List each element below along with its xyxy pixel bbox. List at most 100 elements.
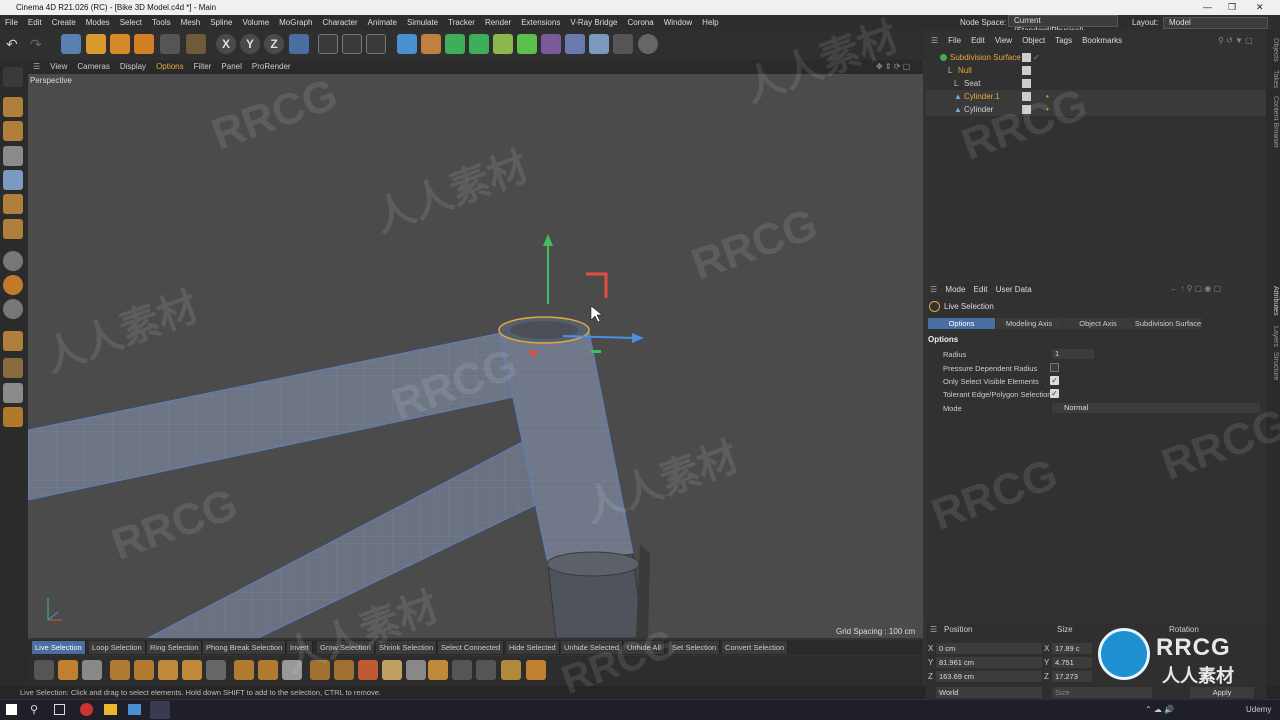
z-axis-lock-button[interactable]: Z bbox=[264, 34, 284, 54]
viewport[interactable]: Perspective Grid Spacing : 100 cm bbox=[28, 74, 923, 638]
undo-icon[interactable]: ↶ bbox=[6, 34, 26, 54]
attribute-menu-icon[interactable]: ☰ bbox=[930, 285, 937, 294]
visibility-toggle-icon[interactable] bbox=[1022, 53, 1031, 62]
tweak-mode-icon[interactable] bbox=[3, 331, 23, 351]
live-selection-tool-icon[interactable] bbox=[61, 34, 81, 54]
tab-object-axis[interactable]: Object Axis bbox=[1063, 318, 1133, 329]
visibility-toggle-icon[interactable] bbox=[1022, 105, 1031, 114]
size-mode-dropdown[interactable]: Size bbox=[1052, 687, 1152, 698]
xyz-icon[interactable] bbox=[501, 660, 521, 680]
select-connected-button[interactable]: Select Connected bbox=[438, 641, 505, 654]
mograph-cloner-icon[interactable] bbox=[517, 34, 537, 54]
mirror-icon[interactable] bbox=[428, 660, 448, 680]
y-axis-lock-button[interactable]: Y bbox=[240, 34, 260, 54]
app-icon[interactable] bbox=[128, 704, 141, 715]
side-tab-takes[interactable]: Takes bbox=[1267, 70, 1279, 88]
reverse-normals-icon[interactable] bbox=[476, 660, 496, 680]
layout-dropdown[interactable]: Model bbox=[1163, 17, 1268, 29]
side-tab-content-browser[interactable]: Content Browser bbox=[1267, 96, 1279, 148]
obj-menu-tags[interactable]: Tags bbox=[1050, 34, 1077, 48]
close-icon[interactable]: ✕ bbox=[1256, 0, 1264, 15]
lock-workplane-icon[interactable] bbox=[3, 407, 23, 427]
knife-icon[interactable] bbox=[82, 660, 102, 680]
recent-tools-icon[interactable] bbox=[160, 34, 180, 54]
line-cut-icon[interactable] bbox=[310, 660, 330, 680]
unhide-all-button[interactable]: Unhide All bbox=[624, 641, 665, 654]
object-manager-search-icon[interactable]: ⚲ ↺ ▼ ▢ bbox=[1213, 34, 1258, 48]
subdivide-icon[interactable] bbox=[282, 660, 302, 680]
apply-button[interactable]: Apply bbox=[1190, 687, 1254, 698]
menu-spline[interactable]: Spline bbox=[205, 15, 237, 30]
attribute-nav-icons[interactable]: ← ↑ ⚲ ▢ ◉ ▢ bbox=[1170, 284, 1221, 293]
menu-simulate[interactable]: Simulate bbox=[402, 15, 443, 30]
side-tab-layers[interactable]: Layers bbox=[1267, 326, 1279, 347]
menu-character[interactable]: Character bbox=[318, 15, 363, 30]
shrink-selection-button[interactable]: Shrink Selection bbox=[376, 641, 438, 654]
live-selection-button[interactable]: Live Selection bbox=[32, 641, 86, 654]
camera-icon[interactable] bbox=[613, 34, 633, 54]
windows-start-icon[interactable] bbox=[6, 704, 17, 715]
only-select-visible-checkbox[interactable]: ✓ bbox=[1050, 376, 1059, 385]
menu-edit[interactable]: Edit bbox=[23, 15, 47, 30]
menu-mograph[interactable]: MoGraph bbox=[274, 15, 317, 30]
array-icon[interactable] bbox=[469, 34, 489, 54]
coordinate-system-icon[interactable] bbox=[289, 34, 309, 54]
bridge-icon[interactable] bbox=[110, 660, 130, 680]
cinema4d-taskbar-icon[interactable] bbox=[150, 701, 170, 719]
node-space-dropdown[interactable]: Current (Standard/Physical) bbox=[1008, 15, 1118, 35]
side-tab-structure[interactable]: Structure bbox=[1267, 352, 1279, 380]
attr-menu-edit[interactable]: Edit bbox=[974, 285, 988, 294]
coordinates-menu-icon[interactable]: ☰ bbox=[930, 625, 937, 634]
make-editable-icon[interactable] bbox=[3, 67, 23, 87]
viewport-menu-view[interactable]: View bbox=[45, 60, 72, 74]
object-row-cylinder-1[interactable]: ▲ Cylinder.1 • bbox=[926, 90, 1266, 103]
viewport-menu-prorender[interactable]: ProRender bbox=[247, 60, 296, 74]
move-tool-icon[interactable] bbox=[86, 34, 106, 54]
size-y-input[interactable]: 4.751 bbox=[1052, 657, 1092, 668]
invert-button[interactable]: Invert bbox=[287, 641, 313, 654]
menu-create[interactable]: Create bbox=[47, 15, 81, 30]
set-selection-button[interactable]: Set Selection bbox=[669, 641, 721, 654]
menu-extensions[interactable]: Extensions bbox=[516, 15, 565, 30]
side-tab-attributes[interactable]: Attributes bbox=[1267, 286, 1279, 316]
bike-frame-model[interactable] bbox=[28, 316, 650, 638]
position-z-input[interactable]: 163.69 cm bbox=[936, 671, 1042, 682]
task-view-icon[interactable] bbox=[54, 704, 65, 715]
object-manager-menu-icon[interactable]: ☰ bbox=[926, 34, 943, 48]
extrude-icon[interactable] bbox=[158, 660, 178, 680]
viewport-menu-icon[interactable]: ☰ bbox=[28, 60, 45, 74]
attr-menu-user-data[interactable]: User Data bbox=[996, 285, 1032, 294]
size-z-input[interactable]: 17.273 bbox=[1052, 671, 1092, 682]
menu-modes[interactable]: Modes bbox=[81, 15, 115, 30]
menu-mesh[interactable]: Mesh bbox=[176, 15, 206, 30]
menu-file[interactable]: File bbox=[0, 15, 23, 30]
convert-selection-button[interactable]: Convert Selection bbox=[722, 641, 789, 654]
menu-animate[interactable]: Animate bbox=[363, 15, 402, 30]
plane-cut-icon[interactable] bbox=[334, 660, 354, 680]
menu-corona[interactable]: Corona bbox=[622, 15, 658, 30]
tag-icon[interactable]: • bbox=[1046, 90, 1049, 103]
attr-menu-mode[interactable]: Mode bbox=[945, 285, 965, 294]
matrix-extrude-icon[interactable] bbox=[206, 660, 226, 680]
mode-dropdown[interactable]: Normal bbox=[1052, 403, 1260, 413]
object-row-seat[interactable]: L Seat bbox=[926, 77, 1266, 90]
menu-tracker[interactable]: Tracker bbox=[443, 15, 480, 30]
search-icon[interactable]: ⚲ bbox=[30, 703, 38, 716]
obj-menu-file[interactable]: File bbox=[943, 34, 966, 48]
side-tab-objects[interactable]: Objects bbox=[1267, 38, 1279, 62]
object-row-cylinder[interactable]: ▲ Cylinder • bbox=[926, 103, 1266, 116]
visibility-toggle-icon[interactable] bbox=[1022, 66, 1031, 75]
obj-menu-object[interactable]: Object bbox=[1017, 34, 1050, 48]
bend-deformer-icon[interactable] bbox=[541, 34, 561, 54]
menu-help[interactable]: Help bbox=[697, 15, 723, 30]
coordinate-system-dropdown[interactable]: World bbox=[936, 687, 1042, 698]
menu-select[interactable]: Select bbox=[115, 15, 147, 30]
system-tray-icons[interactable]: ⌃ ☁ 🔊 bbox=[1145, 705, 1174, 714]
extrude-inner-icon[interactable] bbox=[182, 660, 202, 680]
magnet-icon[interactable] bbox=[526, 660, 546, 680]
snap-icon[interactable] bbox=[3, 251, 23, 271]
hide-selected-button[interactable]: Hide Selected bbox=[506, 641, 560, 654]
menu-vray-bridge[interactable]: V-Ray Bridge bbox=[565, 15, 622, 30]
x-axis-lock-button[interactable]: X bbox=[216, 34, 236, 54]
tolerant-selection-checkbox[interactable]: ✓ bbox=[1050, 389, 1059, 398]
